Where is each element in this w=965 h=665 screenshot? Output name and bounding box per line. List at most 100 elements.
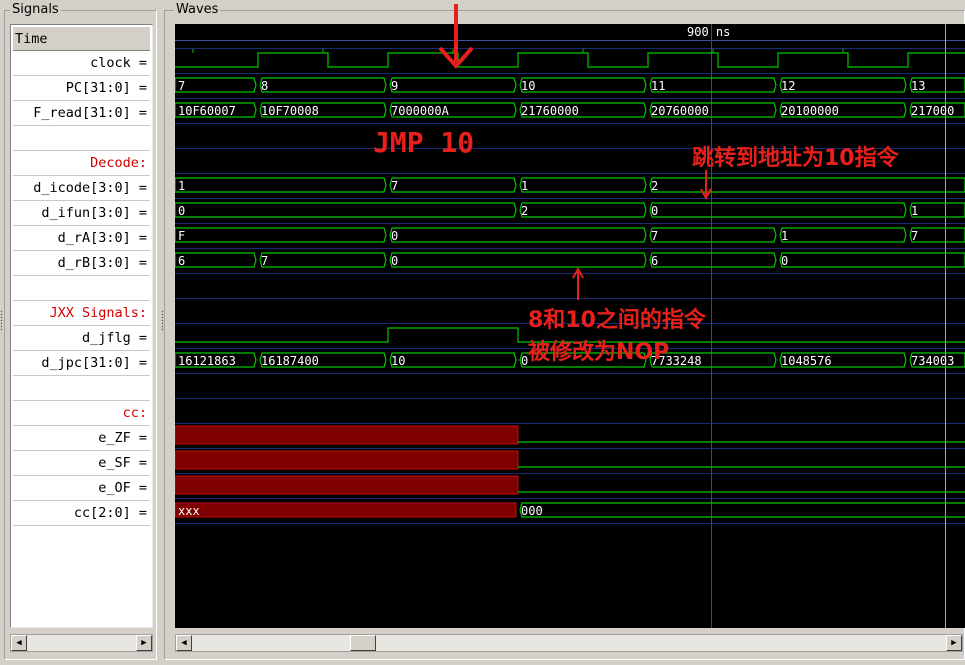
d-ifun-bus-value: 2	[521, 204, 528, 218]
d-rb-bus-value: 0	[781, 254, 788, 268]
undefined-state-region	[175, 450, 519, 470]
d-jpc-bus-value: 734003	[911, 354, 954, 368]
pc-bus-segment	[519, 77, 647, 93]
pc-bus-segment	[175, 77, 257, 93]
d-icode-bus-segment	[389, 177, 517, 193]
signal-spacer	[13, 126, 150, 151]
d-rb-bus-value: 6	[178, 254, 185, 268]
signal-section-label: JXX Signals:	[13, 301, 150, 326]
signals-group-title: Signals	[10, 2, 61, 18]
signal-name[interactable]: e_OF =	[13, 476, 150, 501]
pc-bus-value: 12	[781, 79, 795, 93]
d-ra-bus-segment	[649, 227, 777, 243]
f-read-bus-value: 217000	[911, 104, 954, 118]
f-read-bus-value: 21760000	[521, 104, 579, 118]
d-rb-bus-value: 6	[651, 254, 658, 268]
signal-name[interactable]: e_SF =	[13, 451, 150, 476]
d-rb-bus-value: 0	[391, 254, 398, 268]
d-icode-bus-value: 7	[391, 179, 398, 193]
d-icode-bus-segment	[175, 177, 387, 193]
d-icode-bus-value: 1	[521, 179, 528, 193]
d-rb-bus-segment	[389, 252, 647, 268]
scroll-left-icon[interactable]: ◀	[176, 635, 192, 651]
d-ra-bus-segment	[175, 227, 387, 243]
d-icode-bus-value: 1	[178, 179, 185, 193]
signal-name[interactable]: d_rB[3:0] =	[13, 251, 150, 276]
signal-name[interactable]: d_icode[3:0] =	[13, 176, 150, 201]
signal-section-label: cc:	[13, 401, 150, 426]
d-jpc-bus-value: 16121863	[178, 354, 236, 368]
waves-scroll-thumb[interactable]	[350, 635, 376, 651]
d-ra-bus-segment	[909, 227, 965, 243]
scroll-right-icon[interactable]: ▶	[946, 635, 962, 651]
scroll-right-icon[interactable]: ▶	[136, 635, 152, 651]
pc-bus-segment	[779, 77, 907, 93]
signal-section-label: Decode:	[13, 151, 150, 176]
pc-bus-value: 8	[261, 79, 268, 93]
f-read-bus-value: 20100000	[781, 104, 839, 118]
d-ifun-bus-segment	[649, 202, 907, 218]
cc-bus-segment	[519, 502, 965, 518]
d-ra-bus-value: 0	[391, 229, 398, 243]
d-ifun-bus-segment	[909, 202, 965, 218]
d-rb-bus-value: 7	[261, 254, 268, 268]
time-marker-label: 900 ns	[687, 25, 730, 39]
pc-bus-value: 9	[391, 79, 398, 93]
pc-bus-value: 7	[178, 79, 185, 93]
d-ifun-bus-value: 0	[178, 204, 185, 218]
pc-bus-value: 13	[911, 79, 925, 93]
d-rb-bus-segment	[649, 252, 777, 268]
undefined-state-region	[175, 425, 519, 445]
signal-name[interactable]: d_jpc[31:0] =	[13, 351, 150, 376]
cc-bus-value: xxx	[178, 504, 200, 518]
d-icode-bus-value: 2	[651, 179, 658, 193]
d-icode-bus-segment	[649, 177, 965, 193]
signal-name[interactable]: d_jflg =	[13, 326, 150, 351]
jump-target-annotation: 跳转到地址为10指令	[692, 146, 899, 171]
d-ra-bus-value: 1	[781, 229, 788, 243]
d-rb-bus-segment	[175, 252, 257, 268]
d-ra-bus-value: 7	[651, 229, 658, 243]
d-ra-bus-value: 7	[911, 229, 918, 243]
d-ifun-bus-segment	[175, 202, 517, 218]
signal-name[interactable]: d_ifun[3:0] =	[13, 201, 150, 226]
pc-bus-segment	[389, 77, 517, 93]
jmp-annotation: JMP 10	[373, 126, 475, 159]
d-jpc-bus-segment	[389, 352, 517, 368]
cc-undefined-region	[175, 502, 517, 518]
pc-bus-segment	[259, 77, 387, 93]
undefined-state-region	[175, 475, 519, 495]
time-header: Time	[13, 27, 150, 51]
nop-annotation-line2: 被修改为NOP	[528, 340, 670, 365]
signals-hscrollbar[interactable]: ◀ ▶	[10, 634, 153, 652]
signal-name[interactable]: PC[31:0] =	[13, 76, 150, 101]
d-ra-bus-segment	[389, 227, 647, 243]
signal-name[interactable]: d_rA[3:0] =	[13, 226, 150, 251]
d-ifun-bus-segment	[519, 202, 647, 218]
signal-spacer	[13, 376, 150, 401]
waves-hscrollbar[interactable]: ◀ ▶	[175, 634, 963, 652]
pc-bus-segment	[649, 77, 777, 93]
signal-name[interactable]: cc[2:0] =	[13, 501, 150, 526]
nop-annotation-line1: 8和10之间的指令	[528, 308, 706, 333]
left-splitter-grip[interactable]	[0, 310, 3, 332]
signal-name[interactable]: clock =	[13, 51, 150, 76]
d-ra-bus-segment	[779, 227, 907, 243]
f-read-bus-value: 10F70008	[261, 104, 319, 118]
d-ifun-bus-value: 0	[651, 204, 658, 218]
signal-name[interactable]: F_read[31:0] =	[13, 101, 150, 126]
signals-list[interactable]: Time clock = PC[31:0] = F_read[31:0] = Decod…	[10, 24, 153, 628]
f-read-bus-value: 10F60007	[178, 104, 236, 118]
signal-name[interactable]: e_ZF =	[13, 426, 150, 451]
d-rb-bus-segment	[779, 252, 965, 268]
d-rb-bus-segment	[259, 252, 387, 268]
d-jpc-bus-value: 1048576	[781, 354, 832, 368]
signal-spacer	[13, 276, 150, 301]
cc-bus-value: 000	[521, 504, 543, 518]
pc-bus-value: 11	[651, 79, 665, 93]
f-read-bus-value: 7000000A	[391, 104, 450, 118]
middle-splitter-grip[interactable]	[161, 310, 164, 332]
scroll-left-icon[interactable]: ◀	[11, 635, 27, 651]
d-jpc-bus-value: 16187400	[261, 354, 319, 368]
d-icode-bus-segment	[519, 177, 647, 193]
